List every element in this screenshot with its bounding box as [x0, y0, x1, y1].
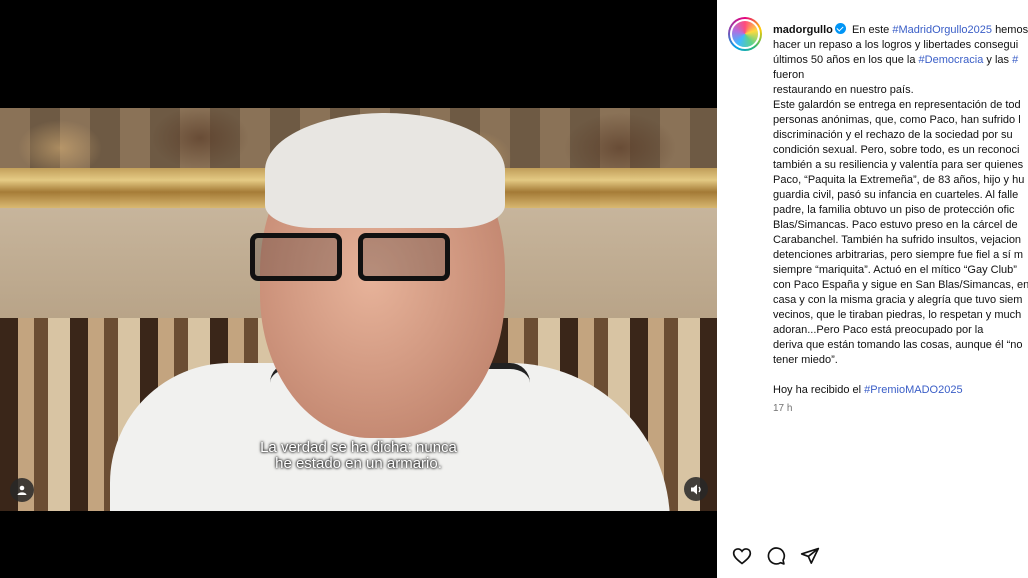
caption-line: condición sexual. Pero, sobre todo, es u…	[773, 144, 1020, 156]
caption-line: padre, la familia obtuvo un piso de prot…	[773, 204, 1015, 216]
send-icon[interactable]	[800, 546, 820, 566]
caption-line: fueron	[773, 69, 805, 81]
person-hair	[265, 113, 505, 228]
subtitle-line: he estado en un armario.	[275, 455, 442, 472]
hashtag-link[interactable]: #	[1012, 54, 1018, 66]
caption-text: y las	[986, 54, 1010, 66]
glasses	[250, 233, 460, 283]
caption-line: discriminación y el rechazo de la socied…	[773, 129, 1013, 141]
post-media[interactable]: La verdad se ha dicha: nunca he estado e…	[0, 0, 717, 578]
caption-line: adoran...Pero Paco está preocupado por l…	[773, 324, 984, 336]
caption-line: deriva que están tomando las cosas, aunq…	[773, 339, 1023, 351]
caption-line: también a su resiliencia y valentía para…	[773, 159, 1024, 171]
post-caption: madorgullo En este #MadridOrgullo2025 he…	[773, 23, 1028, 398]
caption-line: casa y con la misma gracia y alegría que…	[773, 294, 1023, 306]
user-tag-icon	[17, 485, 27, 495]
caption-line: Carabanchel. También ha sufrido insultos…	[773, 234, 1022, 246]
verified-badge-icon	[834, 23, 846, 34]
caption-line: restaurando en nuestro país.	[773, 84, 914, 96]
avatar[interactable]	[728, 17, 762, 51]
caption-text: hemos	[995, 24, 1028, 36]
caption-line: tener miedo”.	[773, 354, 838, 366]
caption-text: últimos 50 años en los que la	[773, 54, 916, 66]
post-sidebar: madorgullo En este #MadridOrgullo2025 he…	[717, 0, 1028, 578]
comment-icon[interactable]	[766, 546, 786, 566]
video-subtitle: La verdad se ha dicha: nunca he estado e…	[0, 440, 717, 472]
heart-icon[interactable]	[732, 546, 752, 566]
caption-line: hacer un repaso a los logros y libertade…	[773, 39, 1019, 51]
hashtag-link[interactable]: #MadridOrgullo2025	[892, 24, 992, 36]
caption-text: Hoy ha recibido el	[773, 384, 862, 396]
subtitle-line: La verdad se ha dicha: nunca	[260, 439, 457, 456]
speaker-icon	[690, 484, 701, 494]
hashtag-link[interactable]: #PremioMADO2025	[864, 384, 962, 396]
mute-button[interactable]	[684, 477, 708, 501]
post-timestamp[interactable]: 17 h	[773, 403, 792, 414]
post-actions	[732, 546, 820, 566]
username-link[interactable]: madorgullo	[773, 24, 833, 36]
caption-line: detenciones arbitrarias, pero siempre fu…	[773, 249, 1024, 261]
hashtag-link[interactable]: #Democracia	[919, 54, 984, 66]
caption-line: Blas/Simancas. Paco estuvo preso en la c…	[773, 219, 1018, 231]
caption-line: con Paco España y sigue en San Blas/Sima…	[773, 279, 1028, 291]
caption-line: guardia civil, pasó su infancia en cuart…	[773, 189, 1019, 201]
caption-line: vecinos, que le tiraban piedras, lo resp…	[773, 309, 1022, 321]
caption-line: Este galardón se entrega en representaci…	[773, 99, 1021, 111]
caption-line: siempre “mariquita”. Actuó en el mítico …	[773, 264, 1017, 276]
caption-text: En este	[851, 24, 890, 36]
user-tag-button[interactable]	[10, 478, 34, 502]
caption-line: Paco, “Paquita la Extremeña”, de 83 años…	[773, 174, 1025, 186]
caption-line: personas anónimas, que, como Paco, han s…	[773, 114, 1021, 126]
